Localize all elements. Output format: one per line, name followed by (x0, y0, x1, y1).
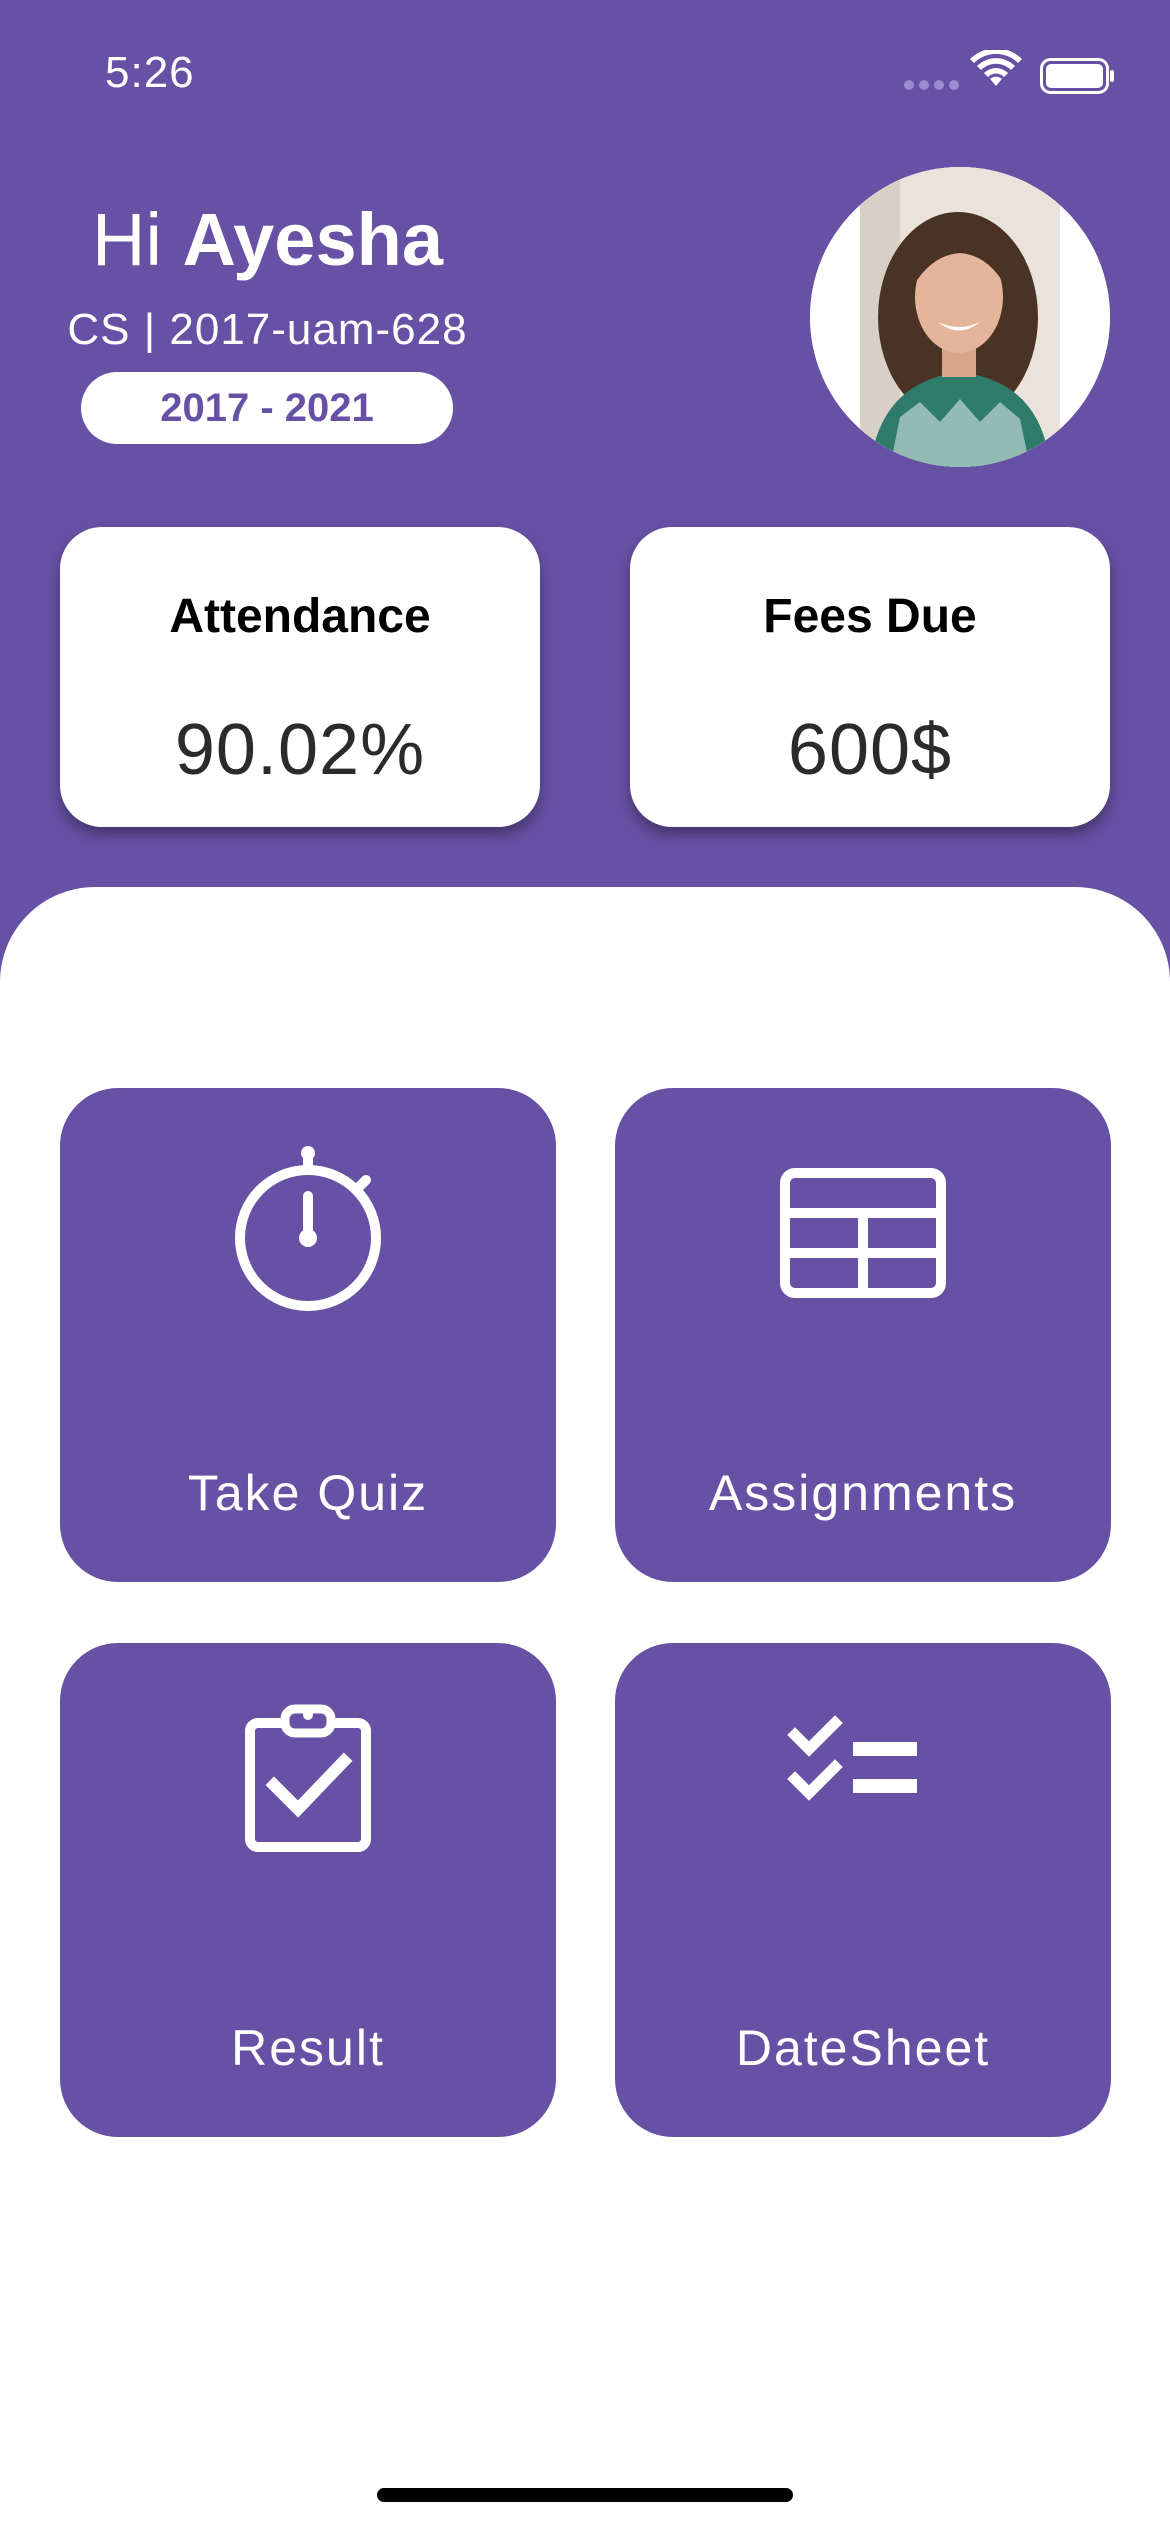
assignments-label: Assignments (708, 1465, 1018, 1521)
take-quiz-label: Take Quiz (187, 1465, 429, 1521)
take-quiz-tile[interactable]: Take Quiz (60, 1088, 556, 1582)
student-name: Ayesha (182, 198, 443, 281)
fees-due-card[interactable]: Fees Due 600$ (630, 527, 1110, 827)
fees-due-title: Fees Due (763, 590, 977, 643)
student-id: CS | 2017-uam-628 (67, 305, 468, 354)
profile-photo (810, 167, 1110, 467)
table-icon (780, 1168, 946, 1298)
assignments-tile[interactable]: Assignments (615, 1088, 1111, 1582)
attendance-title: Attendance (169, 590, 431, 643)
datesheet-tile[interactable]: DateSheet (615, 1643, 1111, 2137)
greeting-text: Hi (92, 198, 162, 281)
session-badge: 2017 - 2021 (81, 372, 453, 444)
signal-icon (904, 80, 959, 90)
result-tile[interactable]: Result (60, 1643, 556, 2137)
greeting-heading: Hi Ayesha (0, 195, 535, 285)
wifi-icon (970, 50, 1022, 86)
attendance-card[interactable]: Attendance 90.02% (60, 527, 540, 827)
fees-due-value: 600$ (787, 710, 953, 790)
result-label: Result (231, 2020, 385, 2076)
checklist-icon (787, 1715, 917, 1801)
battery-icon (1040, 58, 1114, 94)
header-background (0, 0, 1170, 1000)
avatar[interactable] (810, 167, 1110, 467)
datesheet-label: DateSheet (735, 2020, 991, 2076)
home-indicator[interactable] (377, 2488, 793, 2502)
clipboard-check-icon (245, 1704, 371, 1852)
status-time: 5:26 (105, 48, 195, 97)
attendance-value: 90.02% (174, 710, 426, 790)
stopwatch-icon (235, 1146, 381, 1311)
